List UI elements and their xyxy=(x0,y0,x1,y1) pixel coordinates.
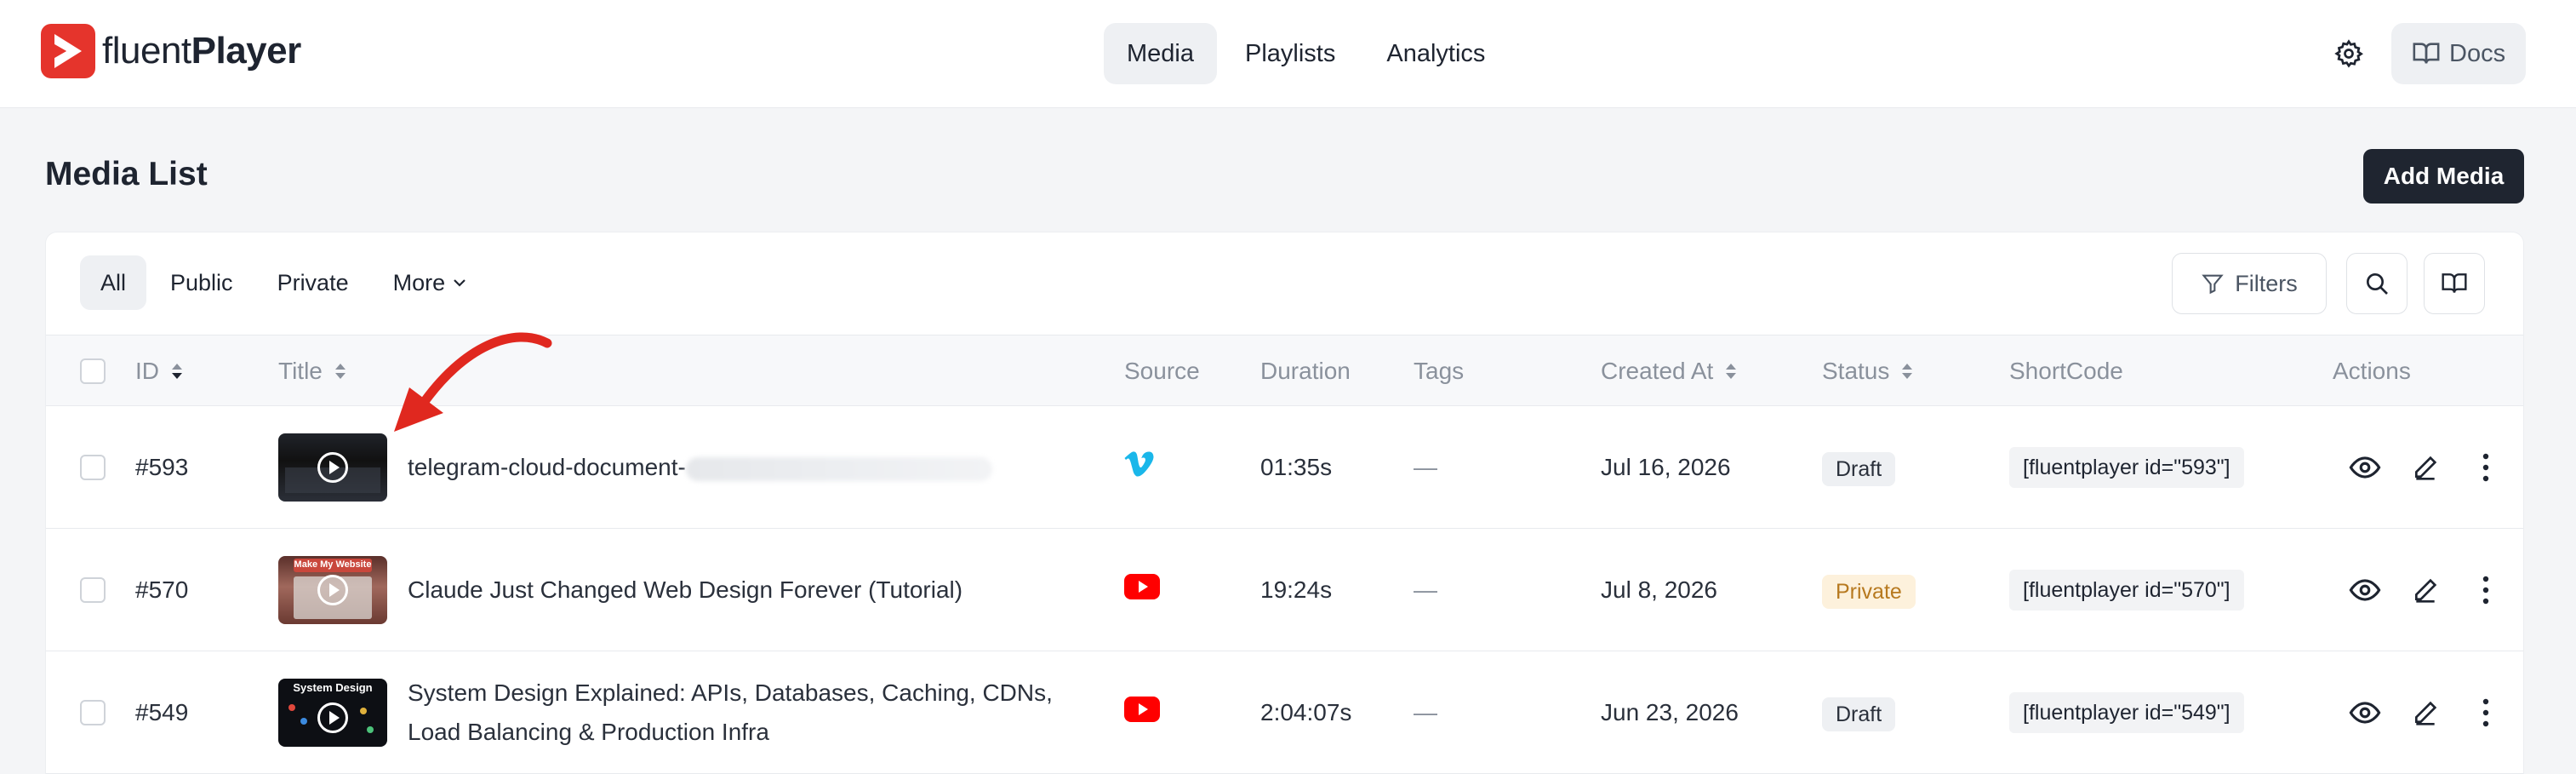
column-id-label: ID xyxy=(135,358,159,384)
docs-button[interactable]: Docs xyxy=(2391,23,2527,84)
thumbnail-caption: Make My Website xyxy=(294,559,372,570)
select-all-checkbox[interactable] xyxy=(80,358,106,384)
search-button[interactable] xyxy=(2346,253,2408,314)
row-title[interactable]: System Design Explained: APIs, Databases… xyxy=(408,674,1053,752)
book-icon xyxy=(2442,273,2467,293)
row-checkbox[interactable] xyxy=(80,700,106,725)
shortcode-value[interactable]: [fluentplayer id="549"] xyxy=(2009,692,2244,733)
status-badge: Draft xyxy=(1822,697,1896,731)
row-title-line-2: Load Balancing & Production Infra xyxy=(408,719,769,745)
play-icon xyxy=(317,452,348,483)
column-tags: Tags xyxy=(1414,358,1465,384)
column-created-at[interactable]: Created At xyxy=(1601,335,1739,407)
youtube-icon xyxy=(1124,692,1160,726)
row-tags: — xyxy=(1414,576,1437,603)
sort-icon xyxy=(1726,364,1737,379)
column-title-label: Title xyxy=(278,358,323,384)
row-title-line-1: System Design Explained: APIs, Databases… xyxy=(408,679,1053,706)
chevron-down-icon xyxy=(454,279,466,287)
brand-logo[interactable]: fluentPlayer xyxy=(41,24,301,78)
tab-private[interactable]: Private xyxy=(257,255,369,310)
row-title[interactable]: Claude Just Changed Web Design Forever (… xyxy=(408,570,962,610)
row-tags: — xyxy=(1414,699,1437,725)
table-row[interactable]: #549 System Design System Design Explain… xyxy=(46,651,2523,774)
row-title[interactable]: telegram-cloud-document- xyxy=(408,448,992,487)
view-eye-icon[interactable] xyxy=(2346,571,2384,609)
more-vertical-icon[interactable] xyxy=(2467,571,2505,609)
shortcode-value[interactable]: [fluentplayer id="593"] xyxy=(2009,447,2244,488)
row-created-at: Jun 23, 2026 xyxy=(1601,699,1739,725)
annotation-arrow-icon xyxy=(394,332,552,432)
tab-all[interactable]: All xyxy=(80,255,147,310)
row-checkbox[interactable] xyxy=(80,455,106,480)
main-nav: Media Playlists Analytics xyxy=(1104,23,1508,84)
column-id[interactable]: ID xyxy=(135,335,185,407)
view-eye-icon[interactable] xyxy=(2346,694,2384,731)
brand-name: fluentPlayer xyxy=(102,30,301,72)
row-id: #570 xyxy=(135,576,189,603)
sort-icon xyxy=(1902,364,1913,379)
more-vertical-icon[interactable] xyxy=(2467,694,2505,731)
top-bar: fluentPlayer Media Playlists Analytics D… xyxy=(0,0,2576,108)
row-tags: — xyxy=(1414,454,1437,480)
status-badge: Private xyxy=(1822,575,1916,609)
play-icon xyxy=(317,702,348,733)
row-checkbox[interactable] xyxy=(80,577,106,603)
thumbnail-caption: System Design xyxy=(293,681,373,694)
vimeo-icon xyxy=(1124,445,1155,483)
edit-pencil-icon[interactable] xyxy=(2407,571,2444,609)
status-tabs: All Public Private More xyxy=(80,255,488,310)
view-eye-icon[interactable] xyxy=(2346,449,2384,486)
nav-analytics[interactable]: Analytics xyxy=(1363,23,1508,84)
youtube-icon xyxy=(1124,570,1160,604)
table-row[interactable]: #570 Make My Website Claude Just Changed… xyxy=(46,529,2523,651)
status-badge: Draft xyxy=(1822,452,1896,486)
edit-pencil-icon[interactable] xyxy=(2407,449,2444,486)
edit-pencil-icon[interactable] xyxy=(2407,694,2444,731)
column-duration: Duration xyxy=(1260,358,1351,384)
page-title: Media List xyxy=(45,156,208,192)
filter-icon xyxy=(2202,274,2224,295)
video-thumbnail[interactable]: Make My Website xyxy=(278,556,387,624)
video-thumbnail[interactable] xyxy=(278,433,387,502)
row-title-text: telegram-cloud-document- xyxy=(408,454,686,480)
nav-media[interactable]: Media xyxy=(1104,23,1217,84)
sort-icon xyxy=(172,364,182,379)
play-icon xyxy=(317,575,348,605)
shortcode-value[interactable]: [fluentplayer id="570"] xyxy=(2009,570,2244,611)
book-icon xyxy=(2413,43,2440,64)
search-icon xyxy=(2367,273,2388,295)
video-thumbnail[interactable]: System Design xyxy=(278,679,387,747)
row-id: #549 xyxy=(135,699,189,725)
row-duration: 01:35s xyxy=(1260,454,1333,480)
filters-label: Filters xyxy=(2235,270,2298,296)
row-duration: 2:04:07s xyxy=(1260,699,1352,725)
tab-more[interactable]: More xyxy=(373,255,488,310)
redacted-text xyxy=(685,456,992,481)
media-list-card: All Public Private More Filters ID Title… xyxy=(45,232,2524,774)
nav-playlists[interactable]: Playlists xyxy=(1222,23,1358,84)
column-shortcode: ShortCode xyxy=(2009,358,2123,384)
docs-label: Docs xyxy=(2449,39,2506,67)
sort-icon xyxy=(334,364,346,379)
column-source: Source xyxy=(1124,358,1200,384)
fluentplayer-logo-icon xyxy=(41,24,95,78)
filters-button[interactable]: Filters xyxy=(2172,253,2327,314)
tab-more-label: More xyxy=(392,269,446,295)
settings-gear-icon[interactable] xyxy=(2326,31,2372,77)
column-status[interactable]: Status xyxy=(1822,335,1915,407)
column-actions: Actions xyxy=(2333,358,2411,384)
row-created-at: Jul 16, 2026 xyxy=(1601,454,1731,480)
column-title[interactable]: Title xyxy=(278,335,348,407)
row-created-at: Jul 8, 2026 xyxy=(1601,576,1717,603)
row-duration: 19:24s xyxy=(1260,576,1333,603)
more-vertical-icon[interactable] xyxy=(2467,449,2505,486)
row-id: #593 xyxy=(135,454,189,480)
column-created-label: Created At xyxy=(1601,358,1714,384)
column-status-label: Status xyxy=(1822,358,1890,384)
add-media-button[interactable]: Add Media xyxy=(2363,149,2524,204)
docs-book-button[interactable] xyxy=(2424,253,2485,314)
tab-public[interactable]: Public xyxy=(150,255,254,310)
